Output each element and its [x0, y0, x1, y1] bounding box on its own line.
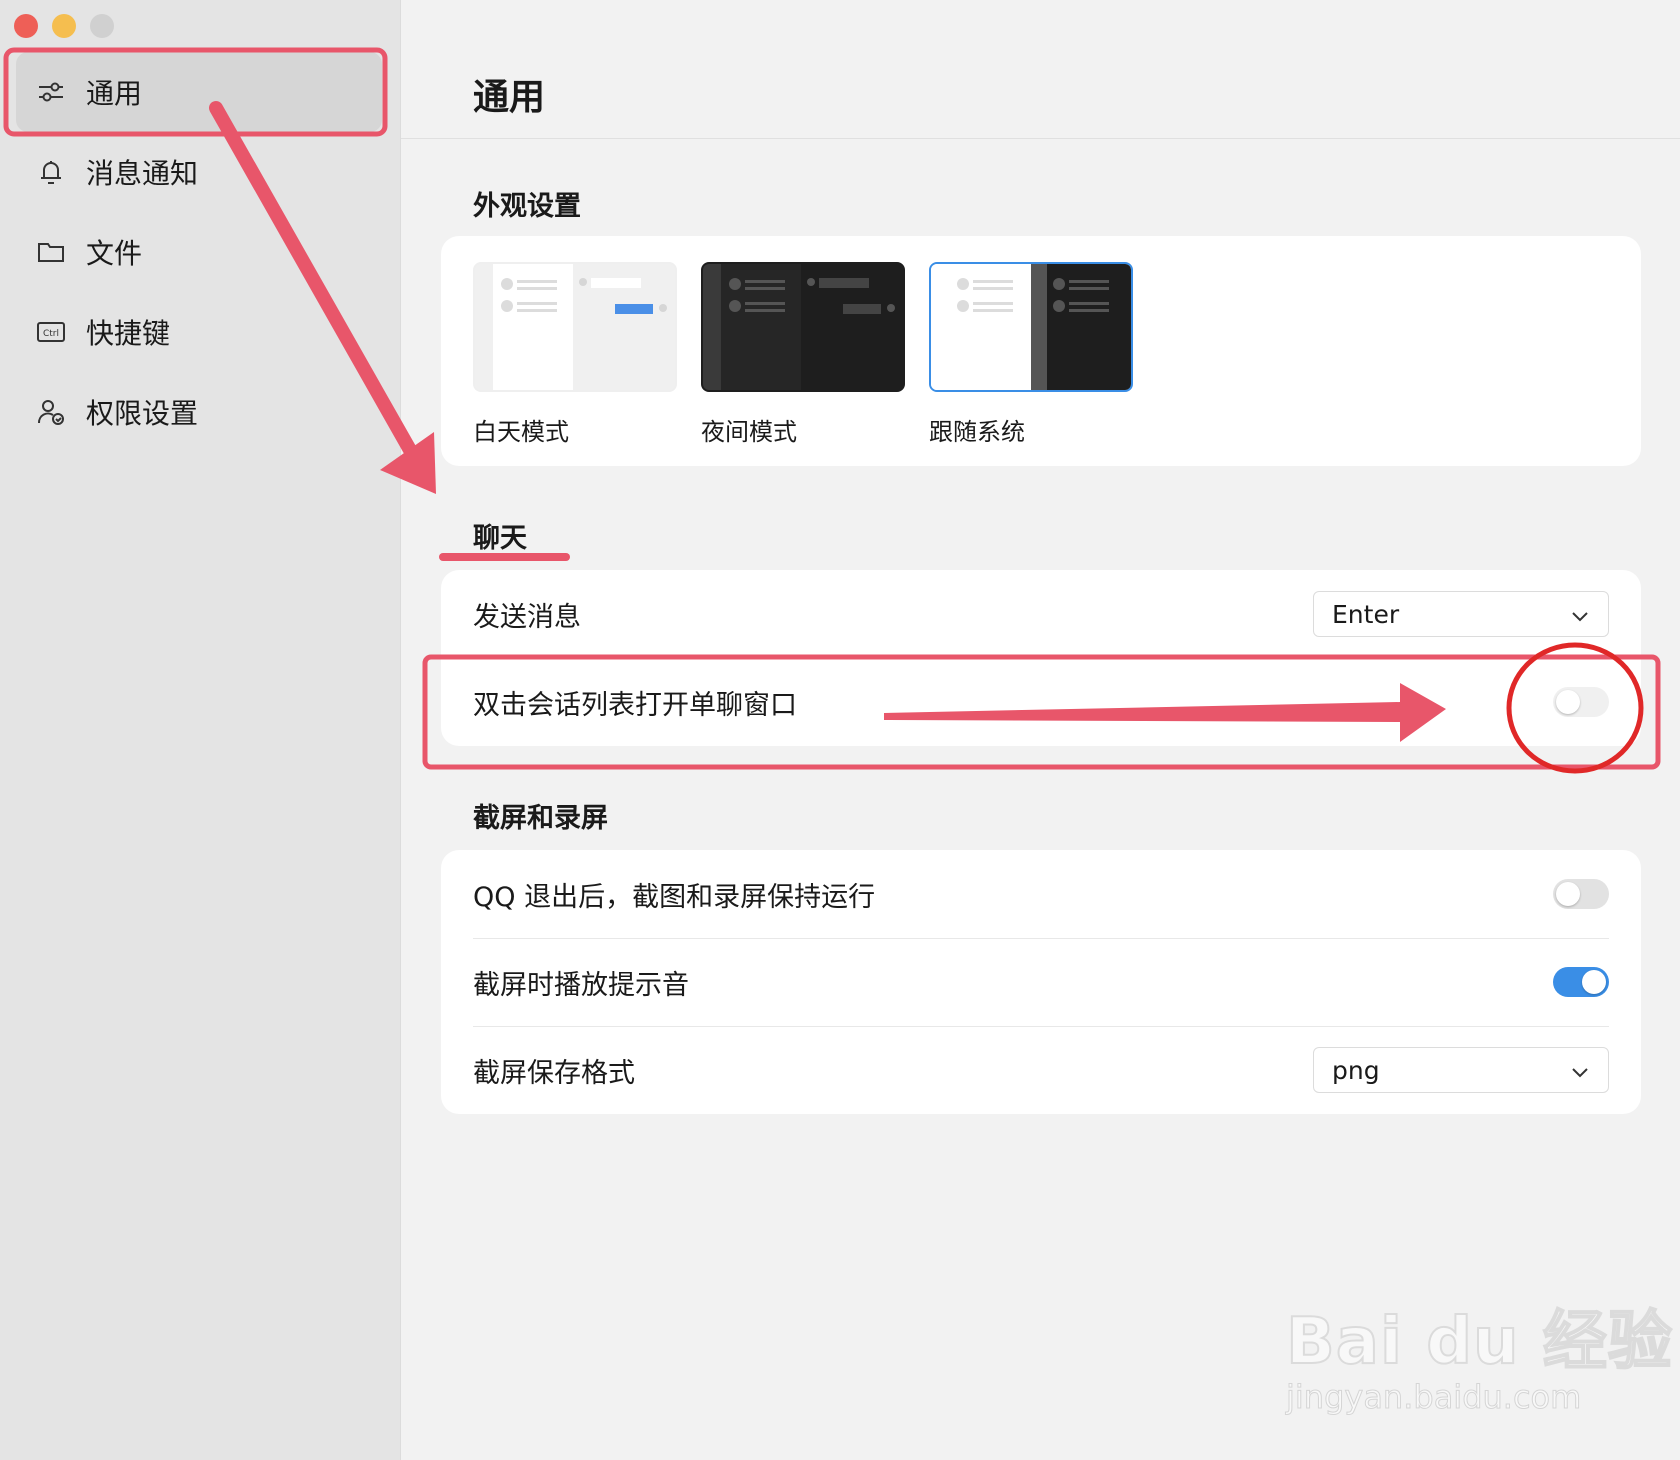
screenshot-card: QQ 退出后，截图和录屏保持运行 截屏时播放提示音 截屏保存格式 png [441, 850, 1641, 1114]
folder-icon [34, 235, 68, 269]
sidebar-item-notifications[interactable]: 消息通知 [16, 132, 382, 212]
sidebar: 通用 消息通知 文件 Ctrl 快捷键 权限设置 [0, 0, 401, 1460]
title-divider [401, 138, 1680, 139]
format-value: png [1332, 1055, 1380, 1085]
dblclick-row: 双击会话列表打开单聊窗口 [441, 658, 1641, 746]
sidebar-item-label: 快捷键 [86, 317, 171, 350]
theme-light[interactable]: 白天模式 [473, 262, 677, 447]
page-title: 通用 [473, 77, 546, 118]
screenshot-heading: 截屏和录屏 [473, 803, 608, 834]
keep-running-row: QQ 退出后，截图和录屏保持运行 [441, 850, 1641, 938]
sidebar-item-permissions[interactable]: 权限设置 [16, 372, 382, 452]
sidebar-item-label: 通用 [86, 77, 143, 110]
sound-row: 截屏时播放提示音 [441, 938, 1641, 1026]
theme-label: 夜间模式 [701, 418, 797, 446]
format-label: 截屏保存格式 [473, 1057, 635, 1089]
close-window-button[interactable] [14, 14, 38, 38]
format-select[interactable]: png [1313, 1047, 1609, 1093]
chat-heading: 聊天 [473, 523, 527, 554]
chevron-down-icon [1570, 1056, 1590, 1085]
send-message-value: Enter [1332, 599, 1400, 629]
toggle-knob [1582, 970, 1606, 994]
svg-text:Ctrl: Ctrl [43, 329, 59, 339]
sliders-icon [34, 75, 68, 109]
keep-running-label: QQ 退出后，截图和录屏保持运行 [473, 881, 876, 913]
dblclick-label: 双击会话列表打开单聊窗口 [473, 689, 797, 721]
main-panel: 通用 外观设置 白天模式 夜间模式 跟随系统 聊天 发送消息 Enter 双击会… [401, 0, 1680, 1460]
minimize-window-button[interactable] [52, 14, 76, 38]
keep-running-toggle[interactable] [1553, 879, 1609, 909]
send-message-row: 发送消息 Enter [441, 570, 1641, 658]
appearance-heading: 外观设置 [473, 191, 581, 222]
window-controls [14, 14, 114, 38]
bell-icon [34, 155, 68, 189]
toggle-knob [1556, 882, 1580, 906]
sidebar-item-shortcuts[interactable]: Ctrl 快捷键 [16, 292, 382, 372]
user-permission-icon [34, 395, 68, 429]
watermark: Bai du 经验 jingyan.baidu.com [1285, 1290, 1673, 1417]
sound-toggle[interactable] [1553, 967, 1609, 997]
appearance-card: 白天模式 夜间模式 跟随系统 [441, 236, 1641, 466]
chat-card: 发送消息 Enter 双击会话列表打开单聊窗口 [441, 570, 1641, 746]
sound-label: 截屏时播放提示音 [473, 969, 689, 1001]
sidebar-item-label: 消息通知 [86, 157, 199, 190]
dblclick-toggle[interactable] [1553, 687, 1609, 717]
sidebar-item-files[interactable]: 文件 [16, 212, 382, 292]
send-message-label: 发送消息 [473, 601, 581, 633]
theme-dark[interactable]: 夜间模式 [701, 262, 905, 447]
chevron-down-icon [1570, 600, 1590, 629]
send-message-select[interactable]: Enter [1313, 591, 1609, 637]
theme-label: 白天模式 [473, 418, 569, 446]
ctrl-key-icon: Ctrl [34, 315, 68, 349]
toggle-knob [1556, 690, 1580, 714]
format-row: 截屏保存格式 png [441, 1026, 1641, 1114]
settings-window: 通用 消息通知 文件 Ctrl 快捷键 权限设置 通用 外观设置 白天模式 夜间… [0, 0, 1680, 1460]
sidebar-item-label: 文件 [86, 237, 143, 270]
theme-system[interactable]: 跟随系统 [929, 262, 1133, 447]
theme-dark-preview [701, 262, 905, 392]
sidebar-nav: 通用 消息通知 文件 Ctrl 快捷键 权限设置 [16, 52, 382, 452]
theme-system-preview [929, 262, 1133, 392]
watermark-url: jingyan.baidu.com [1286, 1378, 1582, 1417]
theme-label: 跟随系统 [929, 418, 1025, 446]
watermark-brand: Bai du 经验 [1285, 1304, 1673, 1380]
sidebar-item-label: 权限设置 [86, 397, 199, 430]
theme-light-preview [473, 262, 677, 392]
zoom-window-button[interactable] [90, 14, 114, 38]
sidebar-item-general[interactable]: 通用 [16, 52, 382, 132]
